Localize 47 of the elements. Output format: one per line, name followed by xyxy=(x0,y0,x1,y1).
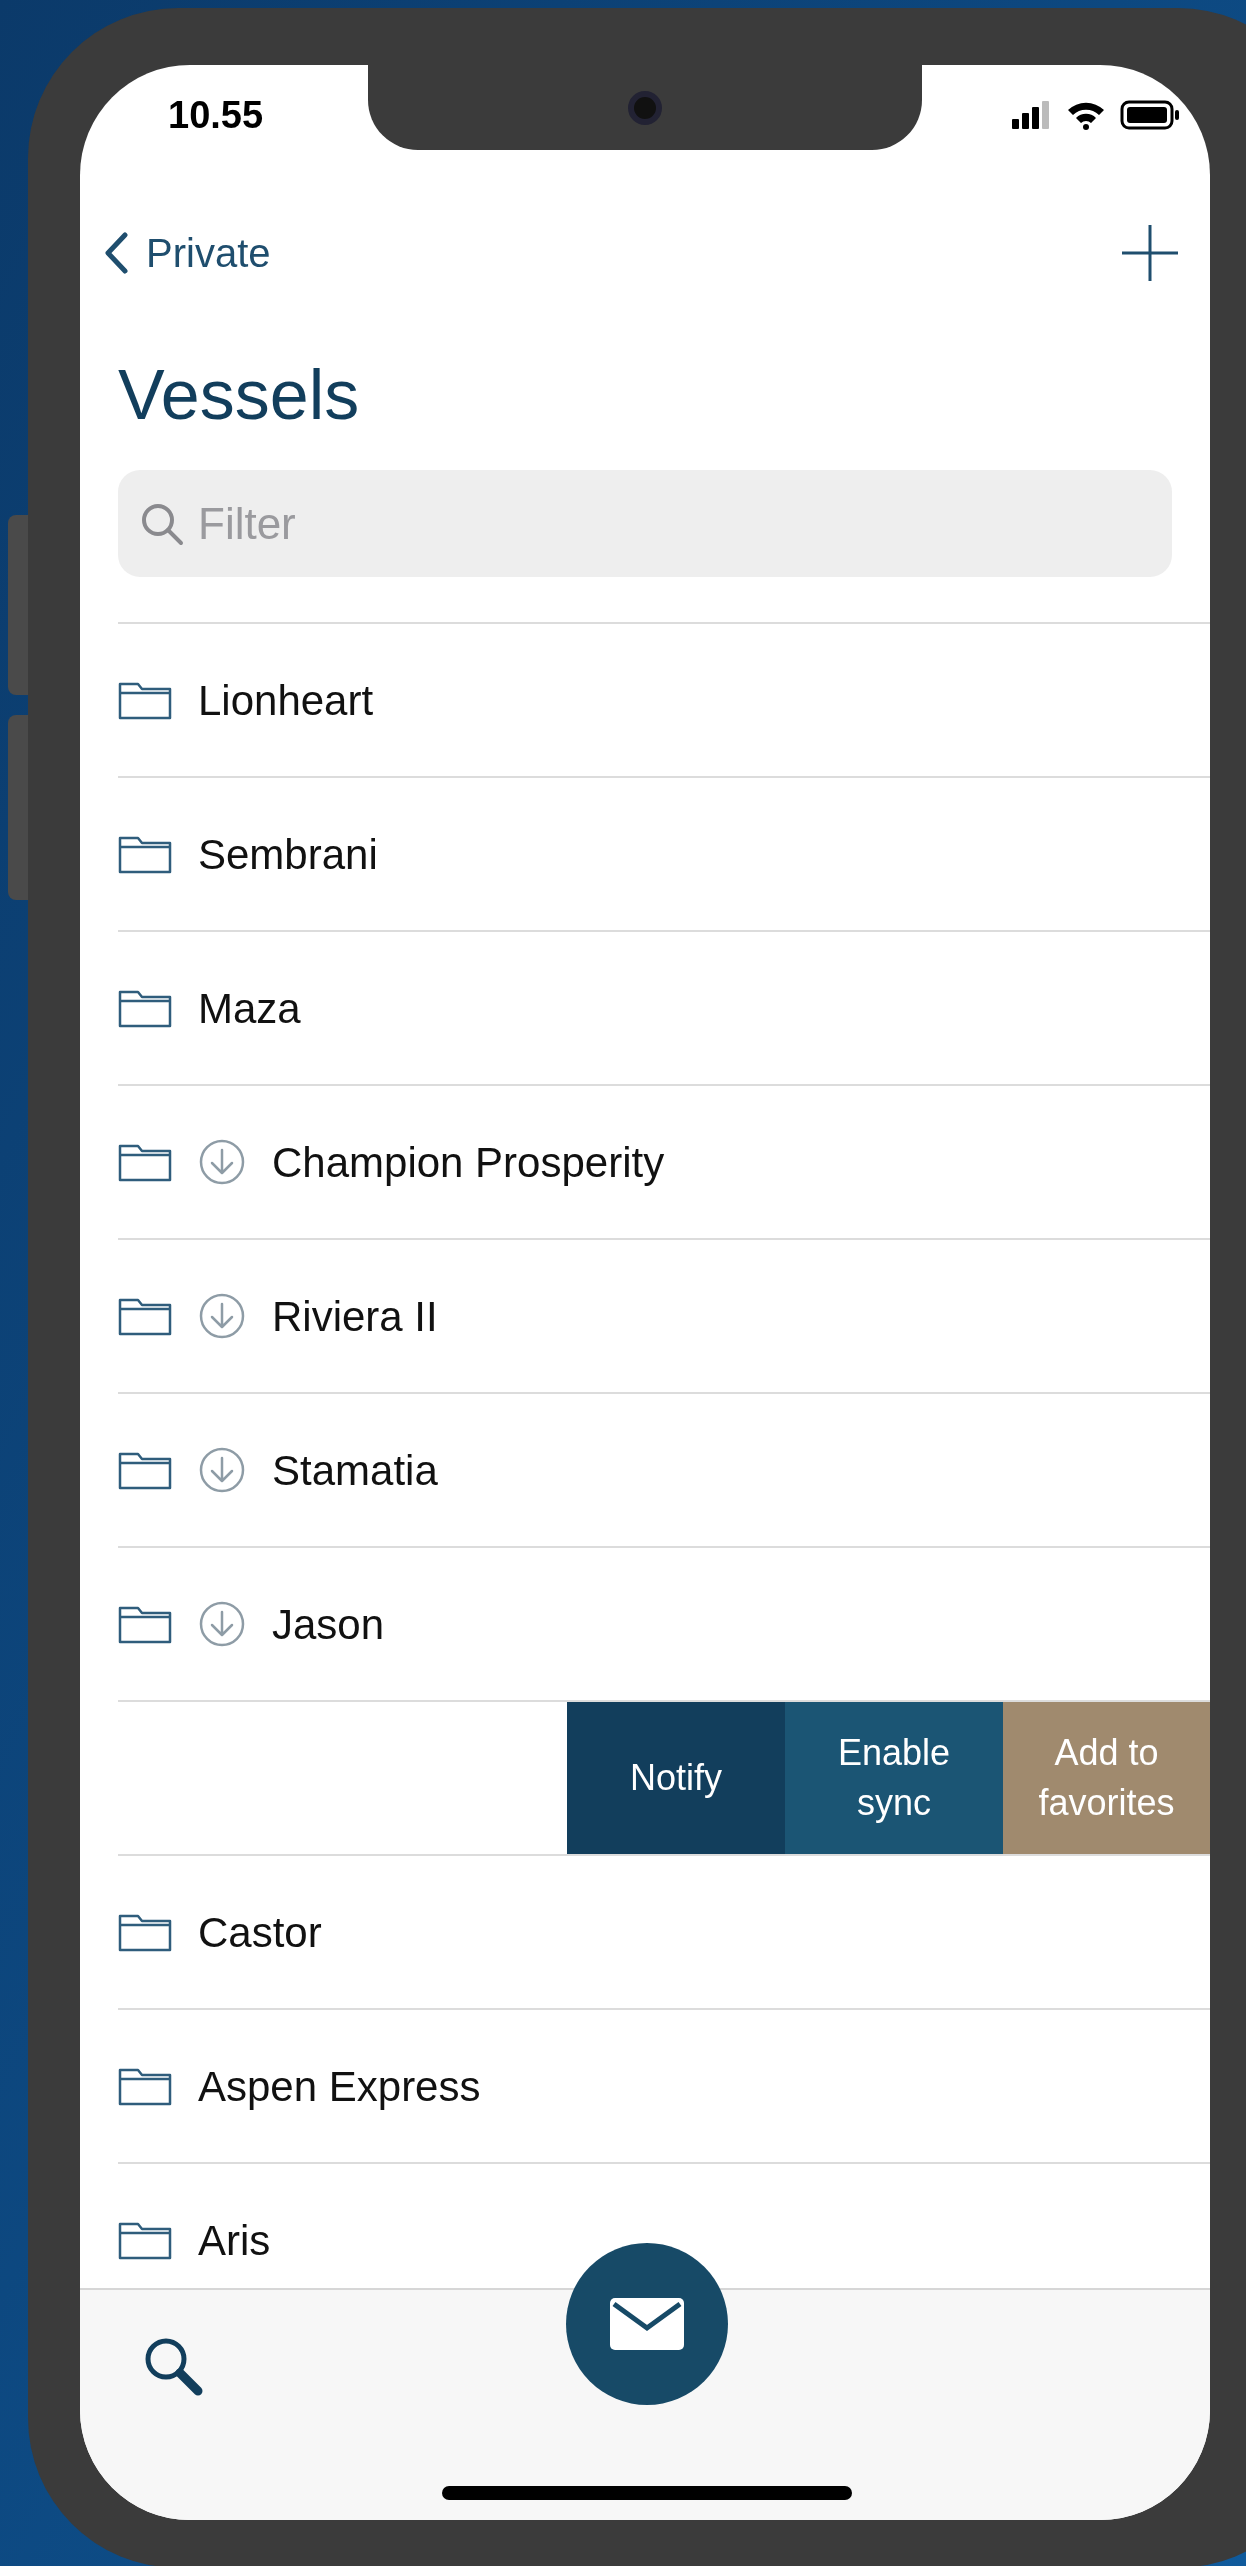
page-title: Vessels xyxy=(117,355,361,436)
vessel-row[interactable]: Maza xyxy=(118,932,1210,1086)
vessel-row[interactable]: Stamatia xyxy=(118,1394,1210,1548)
vessel-name: Aspen Express xyxy=(198,2061,481,2112)
folder-icon xyxy=(118,2066,172,2106)
download-icon xyxy=(198,1138,246,1186)
vessel-name: Sembrani xyxy=(198,829,378,880)
download-icon xyxy=(198,1600,246,1648)
vessel-row[interactable]: Aspen Express xyxy=(118,2010,1210,2164)
vessel-name: Castor xyxy=(198,1907,322,1958)
folder-icon xyxy=(118,988,172,1028)
vessel-name: Aris xyxy=(198,2215,271,2266)
search-icon xyxy=(140,501,184,546)
vessel-row[interactable]: Lionheart xyxy=(118,624,1210,778)
back-link[interactable]: Private xyxy=(104,222,271,283)
vessel-row[interactable]: Sembrani xyxy=(118,778,1210,932)
swipe-action-button[interactable]: Enable sync xyxy=(785,1702,1003,1854)
vessel-name: Stamatia xyxy=(272,1445,438,1496)
download-icon xyxy=(198,1292,246,1340)
vessel-name: Maza xyxy=(198,983,301,1034)
folder-icon xyxy=(118,1296,172,1336)
vessel-row[interactable]: Castor xyxy=(118,1856,1210,2010)
back-chevron-icon xyxy=(104,231,128,274)
status-time: 10.55 xyxy=(168,92,264,138)
vessel-name: Jason xyxy=(272,1599,385,1650)
wifi-icon xyxy=(1066,100,1106,130)
vessel-name: Riviera II xyxy=(272,1291,438,1342)
download-icon xyxy=(198,1446,246,1494)
add-icon[interactable] xyxy=(1120,222,1180,283)
envelope-icon xyxy=(610,2298,684,2350)
folder-icon xyxy=(118,834,172,874)
vessel-row[interactable]: Champion Prosperity xyxy=(118,1086,1210,1240)
folder-icon xyxy=(118,1142,172,1182)
signal-icon xyxy=(1012,101,1052,129)
camera-icon xyxy=(628,90,662,125)
folder-icon xyxy=(118,1450,172,1490)
folder-icon xyxy=(118,1912,172,1952)
vessel-name: Lionheart xyxy=(198,675,374,726)
vessel-name: Champion Prosperity xyxy=(272,1137,665,1188)
vessel-row[interactable]: Riviera II xyxy=(118,1240,1210,1394)
folder-icon xyxy=(118,1604,172,1644)
filter-field[interactable]: Filter xyxy=(118,470,1172,577)
folder-icon xyxy=(118,2220,172,2260)
battery-icon xyxy=(1120,100,1180,130)
swipe-action-button[interactable]: Notify xyxy=(567,1702,785,1854)
folder-icon xyxy=(118,680,172,720)
filter-input[interactable]: Filter xyxy=(198,490,1048,557)
